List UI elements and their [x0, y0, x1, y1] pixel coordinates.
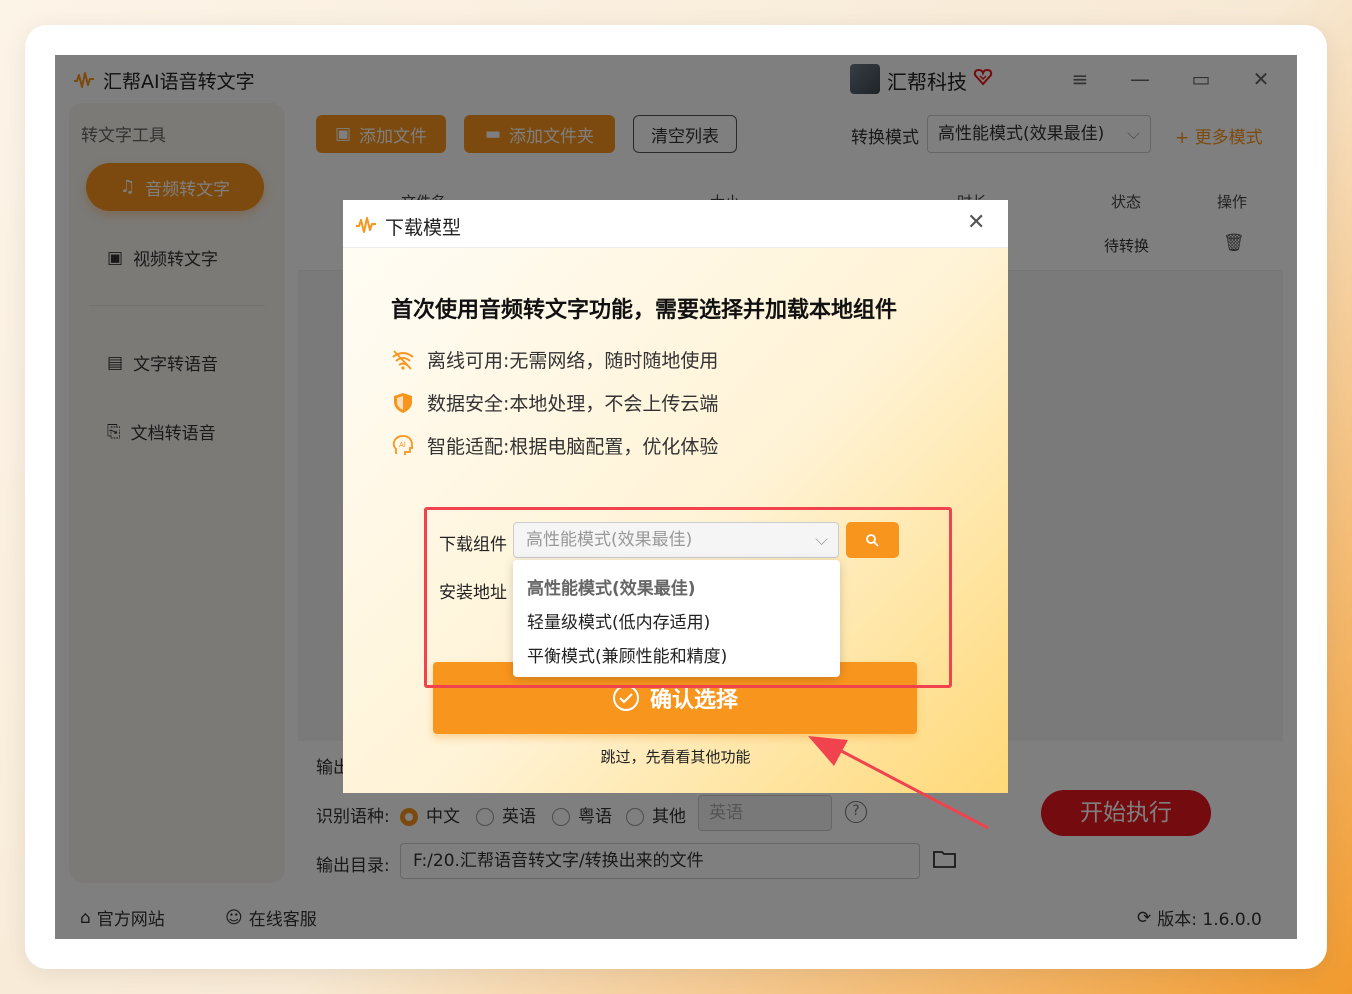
- feature-offline: 离线可用:无需网络，随时随地使用: [391, 346, 718, 373]
- feature-text: 智能适配:根据电脑配置，优化体验: [427, 436, 719, 458]
- feature-security: 数据安全:本地处理，不会上传云端: [391, 389, 718, 416]
- dialog-heading: 首次使用音频转文字功能，需要选择并加载本地组件: [391, 298, 898, 323]
- sound-wave-logo-icon: [356, 217, 376, 233]
- feature-text: 离线可用:无需网络，随时随地使用: [427, 350, 719, 372]
- feature-smart: AI 智能适配:根据电脑配置，优化体验: [391, 432, 718, 459]
- dialog-title: 下载模型: [385, 217, 462, 239]
- check-circle-icon: [612, 685, 639, 711]
- highlight-box: [424, 507, 952, 688]
- ai-icon: AI: [392, 434, 413, 455]
- download-model-dialog: 下载模型 ✕ 首次使用音频转文字功能，需要选择并加载本地组件 离线可用:无需网络…: [343, 200, 1008, 793]
- wifi-icon: [392, 349, 414, 370]
- shield-icon: [394, 392, 412, 413]
- pointer-arrow-icon: [808, 736, 989, 830]
- svg-text:AI: AI: [399, 441, 406, 449]
- dialog-title-bar: 下载模型 ✕: [343, 200, 1008, 248]
- feature-text: 数据安全:本地处理，不会上传云端: [427, 393, 719, 415]
- dialog-close-icon[interactable]: ✕: [967, 210, 985, 235]
